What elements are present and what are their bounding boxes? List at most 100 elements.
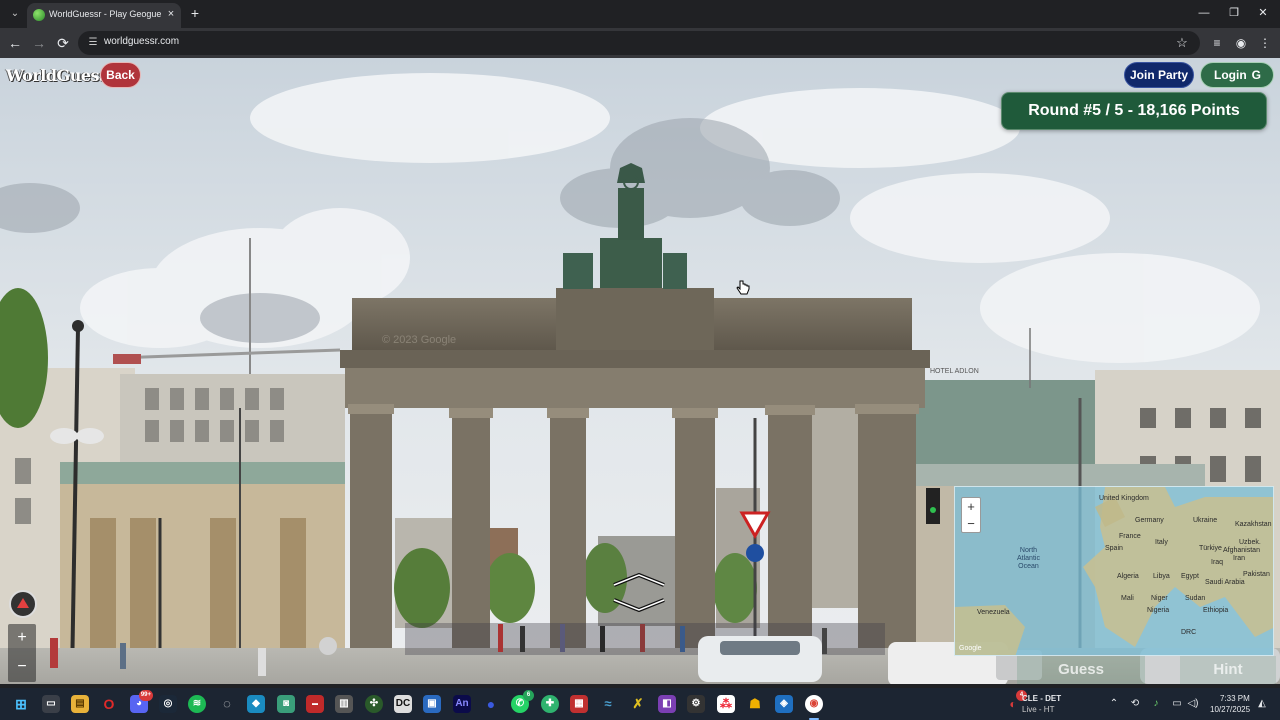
sports-status: Live - HT (1022, 705, 1055, 714)
map-country-label: Niger (1151, 595, 1168, 602)
ocean-label: North Atlantic Ocean (1017, 547, 1040, 571)
map-country-label: Pakistan (1243, 571, 1270, 578)
map-country-label: DRC (1181, 629, 1197, 636)
login-label: Login (1214, 68, 1247, 82)
task-view-icon[interactable]: ▭ (42, 695, 60, 713)
file-explorer-icon[interactable]: ▤ (71, 695, 89, 713)
notification-bell-icon[interactable]: ◭ (1256, 698, 1268, 710)
discord-badge: 99+ (138, 690, 153, 701)
app-icon-k[interactable]: ◧ (658, 695, 676, 713)
spotify-icon[interactable]: ≋ (188, 695, 206, 713)
windows-start-icon[interactable]: ⊞ (12, 695, 30, 713)
clock-date[interactable]: 10/27/2025 (1210, 705, 1250, 714)
back-arrow-icon[interactable]: ← (6, 34, 24, 52)
menu-dots-icon[interactable]: ⋮ (1256, 34, 1274, 52)
opera-icon[interactable]: O (100, 695, 118, 713)
bookmark-star-icon[interactable]: ☆ (1174, 35, 1190, 51)
guess-minimap[interactable]: + − North Atlantic Ocean United Kingdom … (954, 486, 1274, 656)
map-country-label: Libya (1153, 573, 1170, 580)
app-icon-l[interactable]: ⁂ (717, 695, 735, 713)
whatsapp-badge: 6 (523, 690, 534, 701)
ubisoft-icon[interactable]: ◌ (218, 695, 236, 713)
google-watermark: © 2023 Google (382, 334, 456, 346)
address-bar[interactable]: ☰ worldguessr.com ☆ (78, 31, 1200, 55)
app-icon-e[interactable]: ▣ (423, 695, 441, 713)
app-icon-d[interactable]: ▥ (335, 695, 353, 713)
app-icon-g[interactable]: ✚ (541, 695, 559, 713)
profile-icon[interactable]: ◉ (1232, 34, 1250, 52)
new-tab-button[interactable]: + (187, 5, 203, 21)
navigate-forward-arrow-icon[interactable] (612, 573, 666, 587)
minimize-icon[interactable]: — (1193, 4, 1215, 22)
street-view-panorama[interactable]: HOTEL ADLON © 2023 Google WorldGuessr Ba… (0, 58, 1280, 684)
map-country-label: Sudan (1185, 595, 1206, 602)
xbox-icon[interactable]: ✣ (365, 695, 383, 713)
whatsapp-icon[interactable]: ✆ 6 (511, 690, 534, 713)
url-text[interactable]: worldguessr.com (104, 36, 179, 47)
chrome-icon[interactable]: ◉ (805, 695, 823, 713)
map-country-label: Egypt (1181, 573, 1199, 580)
app-icon-b[interactable]: ◙ (277, 695, 295, 713)
browser-tab-bar: ⌄ WorldGuessr - Play Geoguessr Free × + … (0, 0, 1280, 28)
ocean-line-1: North (1019, 547, 1038, 554)
map-country-label: Ethiopia (1203, 607, 1229, 614)
round-score-banner: Round #5 / 5 - 18,166 Points (1001, 92, 1267, 130)
windows-taskbar: ⊞ ▭ ▤ O ◕ 99+ ◎ ≋ ◌ ◆ ◙ ▬ ▥ ✣ DC ▣ An ● ✆… (0, 688, 1280, 720)
site-info-icon[interactable]: ☰ (86, 36, 100, 50)
map-country-label: Venezuela (977, 609, 1010, 616)
browser-tab[interactable]: WorldGuessr - Play Geoguessr Free × (27, 3, 181, 28)
minimap-zoom-in-button[interactable]: + (962, 498, 980, 515)
map-country-label: France (1119, 533, 1141, 540)
minimap-zoom-control: + − (961, 497, 981, 533)
navigate-back-arrow-icon[interactable] (612, 598, 666, 612)
login-button[interactable]: Login G (1200, 62, 1274, 88)
media-controls-icon[interactable]: ≡ (1208, 34, 1226, 52)
discord-icon[interactable]: ◕ 99+ (130, 690, 153, 713)
map-country-label: Uzbek. (1239, 539, 1261, 546)
restore-icon[interactable]: ❐ (1223, 4, 1245, 22)
ocean-line-2: Atlantic (1017, 555, 1040, 562)
app-icon-f[interactable]: ● (482, 695, 500, 713)
zoom-in-button[interactable]: + (8, 624, 36, 653)
app-icon-n[interactable]: ◈ (775, 695, 793, 713)
app-icon-j[interactable]: ✗ (629, 695, 647, 713)
reload-icon[interactable]: ⟳ (54, 34, 72, 52)
guess-button[interactable]: Guess (1017, 656, 1145, 684)
app-icon-i[interactable]: ≈ (599, 695, 617, 713)
app-icon-h[interactable]: ▦ (570, 695, 588, 713)
minimap-land (955, 487, 1273, 655)
clock-time[interactable]: 7:33 PM (1220, 694, 1250, 703)
hotel-sign: HOTEL ADLON (930, 368, 979, 375)
app-icon-c[interactable]: ▬ (306, 695, 324, 713)
map-country-label: Afghanistan (1223, 547, 1260, 554)
app-icon-a[interactable]: ◆ (247, 695, 265, 713)
show-hidden-icons-chevron-icon[interactable]: ⌃ (1108, 698, 1120, 710)
map-country-label: United Kingdom (1099, 495, 1149, 502)
minimap-zoom-out-button[interactable]: − (962, 515, 980, 532)
tab-close-icon[interactable]: × (165, 8, 177, 20)
close-window-icon[interactable]: ✕ (1252, 4, 1274, 22)
zoom-out-button[interactable]: − (8, 653, 36, 682)
join-party-button[interactable]: Join Party (1124, 62, 1194, 88)
worldguessr-favicon-icon (33, 9, 45, 21)
forward-arrow-icon[interactable]: → (30, 34, 48, 52)
app-icon-m[interactable]: ☗ (746, 695, 764, 713)
sync-icon[interactable]: ⟲ (1129, 698, 1141, 710)
dc-icon[interactable]: DC (394, 695, 412, 713)
compass-needle-icon (17, 598, 29, 608)
animate-icon[interactable]: An (453, 695, 471, 713)
map-country-label: Algeria (1117, 573, 1139, 580)
microphone-icon[interactable]: ♪ (1150, 698, 1162, 710)
network-icon[interactable]: ▭ (1171, 698, 1183, 710)
map-country-label: Spain (1105, 545, 1123, 552)
tab-search-icon[interactable]: ⌄ (6, 5, 24, 23)
sports-widget-icon[interactable]: ◐ 4 (1004, 690, 1027, 713)
steam-icon[interactable]: ◎ (159, 695, 177, 713)
map-country-label: Mali (1121, 595, 1134, 602)
back-button[interactable]: Back (100, 62, 141, 88)
compass-icon[interactable] (9, 590, 37, 618)
sports-score[interactable]: CLE - DET (1022, 694, 1061, 703)
volume-icon[interactable]: ◁) (1187, 698, 1199, 710)
hint-button[interactable]: Hint (1180, 656, 1276, 684)
settings-gear-icon[interactable]: ⚙ (687, 695, 705, 713)
